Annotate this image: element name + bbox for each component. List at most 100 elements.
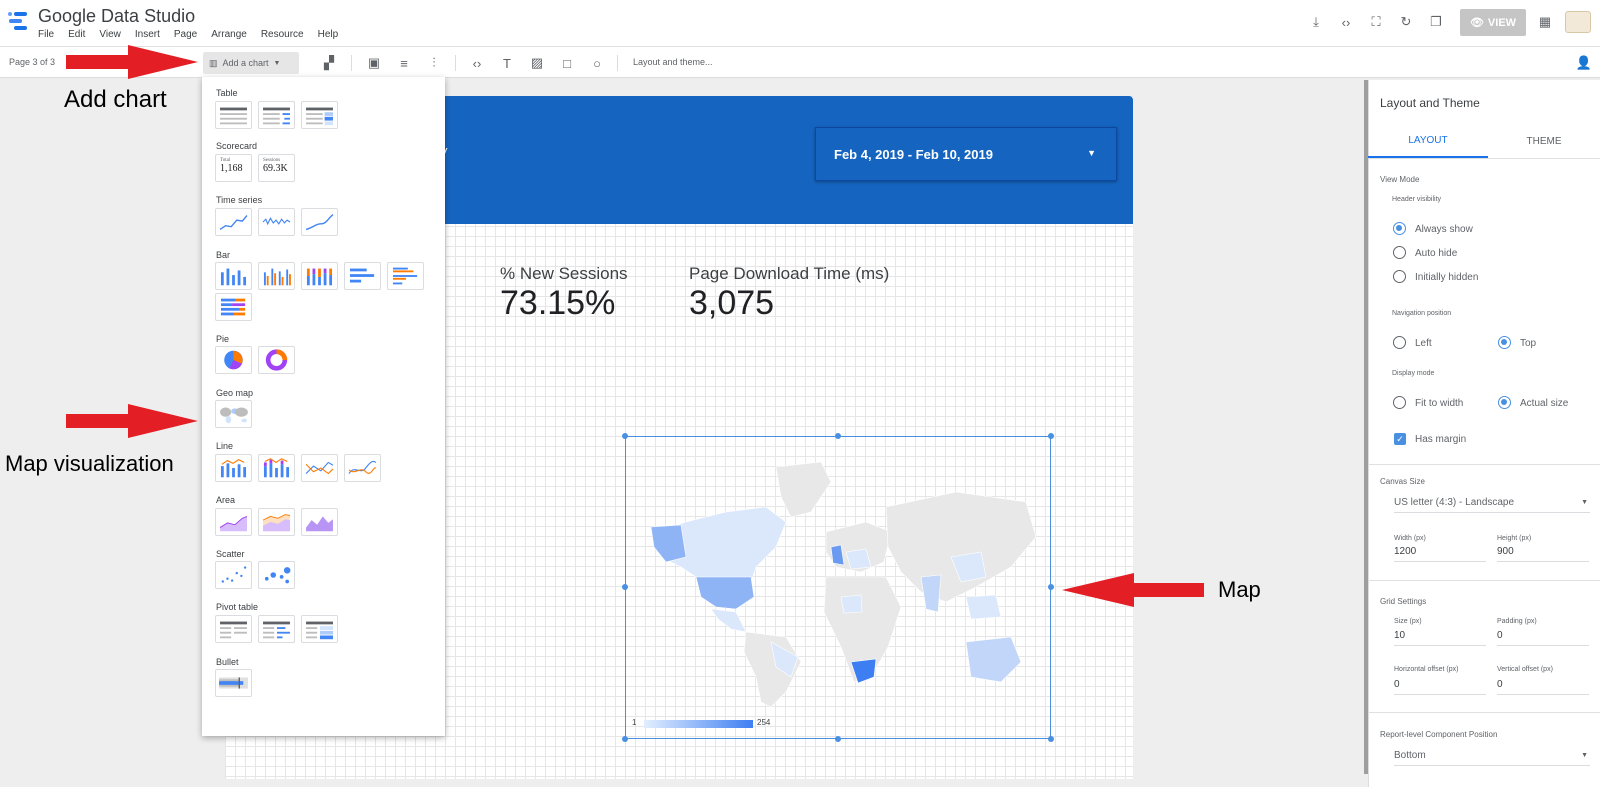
eye-icon: 👁 (1469, 17, 1484, 29)
chart-option-stacked-area[interactable] (258, 508, 295, 536)
menu-insert[interactable]: Insert (135, 29, 160, 40)
toolbar-divider (455, 55, 456, 71)
menu-view[interactable]: View (99, 29, 121, 40)
chart-option-time-series[interactable] (215, 208, 252, 236)
image-icon[interactable]: ▨ (529, 55, 545, 71)
chart-option-stacked-column[interactable] (301, 262, 338, 290)
chart-option-pie[interactable] (215, 346, 252, 374)
menu-help[interactable]: Help (318, 29, 339, 40)
chart-option-scatter[interactable] (215, 561, 252, 589)
view-button[interactable]: 👁 VIEW (1460, 9, 1526, 36)
tab-theme[interactable]: THEME (1488, 125, 1600, 158)
chart-option-table[interactable] (215, 101, 252, 129)
menu-file[interactable]: File (38, 29, 54, 40)
header-visibility-label: Header visibility (1392, 196, 1442, 203)
scorecard-new-sessions[interactable]: % New Sessions 73.15% (500, 264, 628, 323)
resize-handle[interactable] (622, 736, 628, 742)
rectangle-icon[interactable]: □ (559, 55, 575, 71)
chart-option-pivot-bars[interactable] (258, 615, 295, 643)
account-avatar[interactable] (1565, 11, 1591, 33)
component-position-select[interactable]: Bottom ▼ (1394, 750, 1590, 766)
chart-option-table-bars[interactable] (258, 101, 295, 129)
chart-option-donut[interactable] (258, 346, 295, 374)
radio-actual-size[interactable] (1498, 396, 1511, 409)
community-viz-icon[interactable]: ▞ (321, 55, 337, 71)
menu-bar: File Edit View Insert Page Arrange Resou… (38, 29, 352, 40)
chart-option-table-heatmap[interactable] (301, 101, 338, 129)
apps-grid-icon[interactable]: ▦ (1535, 12, 1555, 32)
filter-icon[interactable]: ≡ (396, 55, 412, 71)
circle-icon[interactable]: ○ (589, 55, 605, 71)
chart-option-column[interactable] (215, 262, 252, 290)
chart-option-bar[interactable] (344, 262, 381, 290)
download-icon[interactable]: ⤓ (1306, 12, 1326, 32)
horizontal-offset-label: Horizontal offset (px) (1394, 666, 1459, 673)
chart-option-smoothed-time-series[interactable] (301, 208, 338, 236)
chart-option-line[interactable] (301, 454, 338, 482)
resize-handle[interactable] (1048, 736, 1054, 742)
layout-theme-link[interactable]: Layout and theme... (633, 57, 713, 67)
data-control-icon[interactable]: ⫶ (426, 55, 442, 71)
arrow-to-geo-map (66, 404, 198, 438)
menu-arrange[interactable]: Arrange (211, 29, 247, 40)
radio-fit-to-width[interactable] (1393, 396, 1406, 409)
url-embed-icon[interactable]: ‹› (469, 55, 485, 71)
chart-option-scorecard-compact[interactable]: Sessions 69.3K (258, 154, 295, 182)
chart-option-scorecard[interactable]: Total 1,168 (215, 154, 252, 182)
padding-input[interactable]: 0 (1497, 630, 1589, 646)
data-studio-logo-icon[interactable] (7, 10, 29, 34)
chart-option-grouped-bar[interactable] (387, 262, 424, 290)
grid-size-input[interactable]: 10 (1394, 630, 1486, 646)
horizontal-offset-input[interactable]: 0 (1394, 679, 1486, 695)
tab-theme-label: THEME (1526, 136, 1562, 147)
width-input[interactable]: 1200 (1394, 546, 1486, 562)
radio-initially-hidden[interactable] (1393, 270, 1406, 283)
fullscreen-icon[interactable]: ⛶ (1366, 12, 1386, 32)
date-range-text: Feb 4, 2019 - Feb 10, 2019 (834, 146, 993, 162)
geo-map-chart[interactable] (622, 433, 1054, 742)
chart-option-bubble[interactable] (258, 561, 295, 589)
chart-option-stacked-combo[interactable] (258, 454, 295, 482)
chart-option-grouped-column[interactable] (258, 262, 295, 290)
canvas-size-select[interactable]: US letter (4:3) - Landscape ▼ (1394, 497, 1590, 513)
resize-handle[interactable] (835, 736, 841, 742)
section-table: Table (216, 88, 238, 98)
scorecard-page-download-time[interactable]: Page Download Time (ms) 3,075 (689, 264, 889, 323)
page-indicator[interactable]: Page 3 of 3 (9, 57, 55, 67)
vertical-offset-input[interactable]: 0 (1497, 679, 1589, 695)
menu-resource[interactable]: Resource (261, 29, 304, 40)
chart-option-geo-map[interactable] (215, 400, 252, 428)
chart-option-pivot-heatmap[interactable] (301, 615, 338, 643)
menu-page[interactable]: Page (174, 29, 197, 40)
height-input[interactable]: 900 (1497, 546, 1589, 562)
refresh-icon[interactable]: ↻ (1396, 12, 1416, 32)
embed-icon[interactable]: ‹› (1336, 12, 1356, 32)
chart-option-bullet[interactable] (215, 669, 252, 697)
map-legend-max: 254 (757, 718, 771, 727)
chart-option-smoothed-line[interactable] (344, 454, 381, 482)
share-person-icon[interactable]: 👤 (1576, 55, 1592, 71)
radio-nav-top[interactable] (1498, 336, 1511, 349)
chart-option-stacked-bar[interactable] (215, 293, 252, 321)
add-chart-button[interactable]: ▥ Add a chart ▼ (203, 52, 299, 74)
radio-auto-hide[interactable] (1393, 246, 1406, 259)
chart-option-pivot-table[interactable] (215, 615, 252, 643)
radio-nav-left[interactable] (1393, 336, 1406, 349)
chart-option-combo[interactable] (215, 454, 252, 482)
date-range-control[interactable]: Feb 4, 2019 - Feb 10, 2019 ▼ (815, 127, 1117, 181)
divider (1368, 580, 1600, 581)
radio-always-show[interactable] (1393, 222, 1406, 235)
divider (1368, 158, 1600, 159)
text-icon[interactable]: T (499, 55, 515, 71)
section-area: Area (216, 495, 236, 505)
chart-option-sparkline[interactable] (258, 208, 295, 236)
date-range-icon[interactable]: ▣ (366, 55, 382, 71)
canvas-size-value: US letter (4:3) - Landscape (1394, 497, 1515, 508)
tab-layout-label: LAYOUT (1408, 135, 1448, 146)
chart-option-percent-area[interactable] (301, 508, 338, 536)
copy-icon[interactable]: ❐ (1426, 12, 1446, 32)
has-margin-checkbox[interactable]: ✓ (1394, 433, 1406, 445)
menu-edit[interactable]: Edit (68, 29, 85, 40)
tab-layout[interactable]: LAYOUT (1368, 125, 1488, 158)
chart-option-area[interactable] (215, 508, 252, 536)
